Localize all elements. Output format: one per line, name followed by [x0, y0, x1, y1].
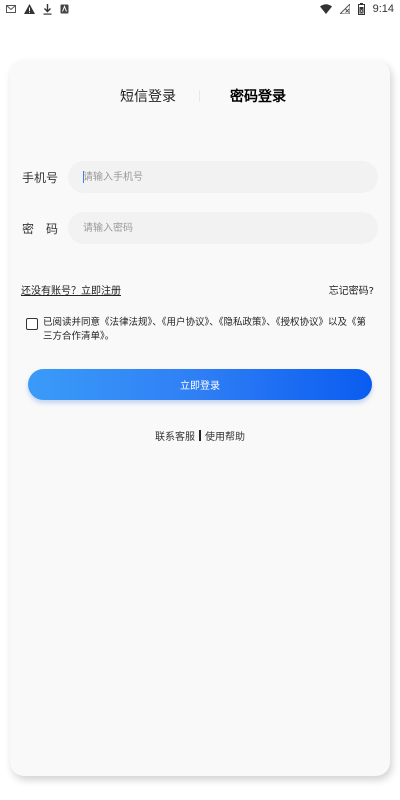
login-button[interactable]: 立即登录 [28, 369, 372, 400]
status-bar-left [6, 2, 69, 16]
login-tabs: 短信登录 密码登录 [10, 86, 390, 106]
warning-icon [24, 2, 35, 16]
battery-icon: x [357, 2, 365, 16]
wifi-icon [319, 2, 332, 16]
phone-label: 手机号 [22, 171, 59, 185]
password-input[interactable] [68, 212, 378, 244]
mail-icon [6, 2, 16, 16]
usage-help-link[interactable]: 使用帮助 [205, 432, 245, 443]
status-bar-right: x 9:14 [319, 2, 394, 16]
text-cursor [83, 171, 84, 183]
password-label: 密 码 [22, 222, 59, 236]
no-signal-icon [339, 2, 350, 16]
tab-password-login[interactable]: 密码登录 [230, 86, 286, 106]
agreement-text[interactable]: 已阅读并同意《法律法规》、《用户协议》、《隐私政策》、《授权协议》以及《第三方合… [43, 316, 373, 344]
help-row: 联系客服 使用帮助 [10, 428, 390, 443]
phone-input[interactable] [68, 161, 378, 193]
phone-row: 手机号 [10, 161, 390, 193]
tab-sms-login[interactable]: 短信登录 [120, 86, 176, 106]
register-link[interactable]: 还没有账号？立即注册 [21, 282, 121, 297]
login-card: 短信登录 密码登录 手机号 密 码 还没有账号？立即注册 忘记密码? 已阅读并同… [10, 60, 390, 776]
svg-text:x: x [360, 9, 363, 15]
forgot-password-link[interactable]: 忘记密码? [329, 282, 374, 297]
agreement-row: 已阅读并同意《法律法规》、《用户协议》、《隐私政策》、《授权协议》以及《第三方合… [10, 316, 390, 348]
password-row: 密 码 [10, 212, 390, 244]
status-bar: x 9:14 [0, 0, 400, 18]
contact-support-link[interactable]: 联系客服 [155, 432, 195, 443]
help-separator [199, 430, 201, 441]
agreement-checkbox[interactable] [26, 318, 38, 330]
account-links-row: 还没有账号？立即注册 忘记密码? [10, 282, 390, 298]
download-icon [43, 2, 52, 16]
tab-divider [199, 90, 200, 102]
app-icon [60, 2, 69, 16]
clock-time: 9:14 [372, 3, 394, 15]
